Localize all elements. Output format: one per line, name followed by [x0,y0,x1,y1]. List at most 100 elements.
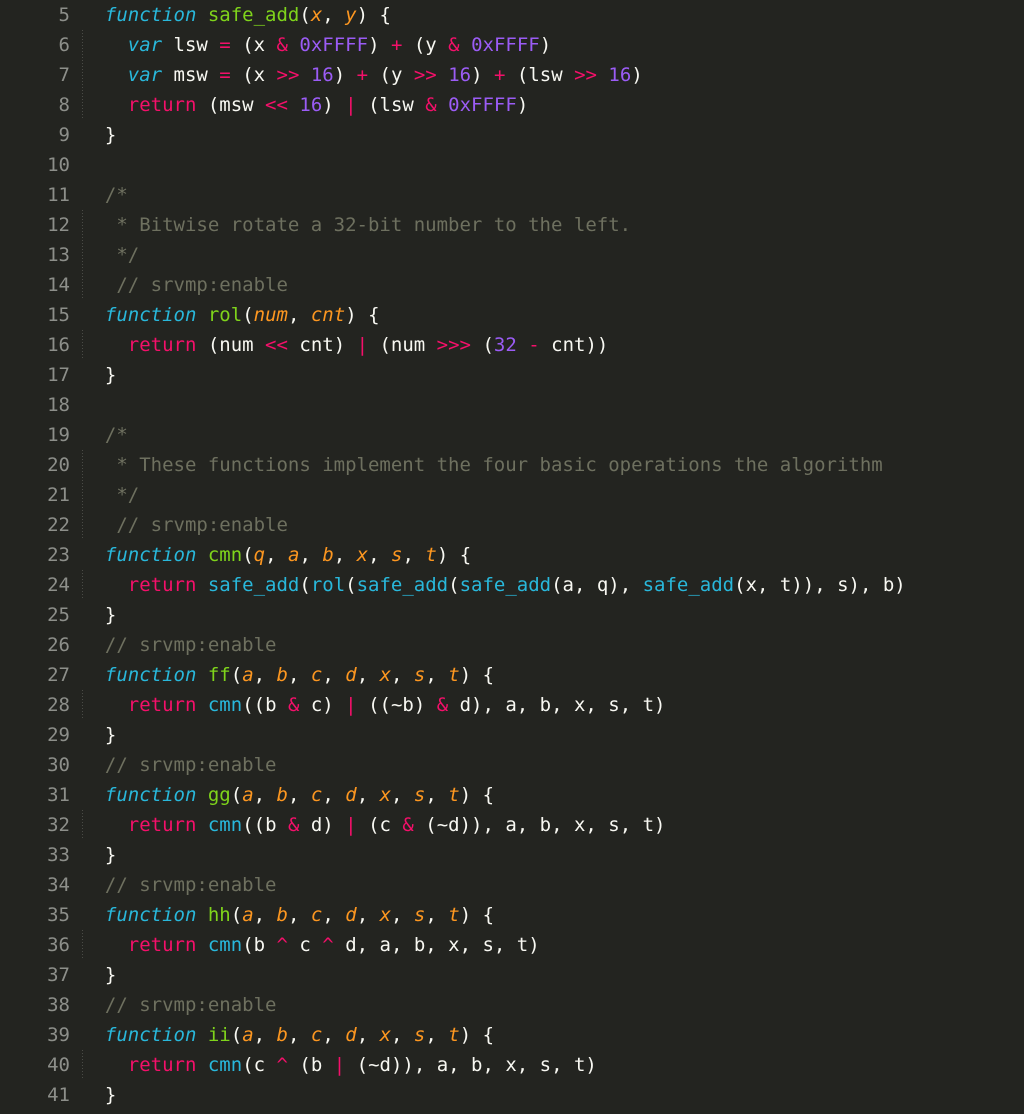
code-line[interactable]: 8 return (msw << 16) | (lsw & 0xFFFF) [0,90,1024,120]
code-line-content[interactable]: } [70,1080,1024,1110]
code-token-plain: , [288,904,311,926]
code-token-plain: (x [230,34,277,56]
code-line[interactable]: 30 // srvmp:enable [0,750,1024,780]
code-line-content[interactable] [70,150,1024,180]
code-line-content[interactable]: * These functions implement the four bas… [70,450,1024,480]
code-line[interactable]: 36 return cmn(b ^ c ^ d, a, b, x, s, t) [0,930,1024,960]
code-line[interactable]: 21 */ [0,480,1024,510]
code-line[interactable]: 10 [0,150,1024,180]
code-line-content[interactable]: // srvmp:enable [70,870,1024,900]
code-line[interactable]: 6 var lsw = (x & 0xFFFF) + (y & 0xFFFF) [0,30,1024,60]
code-line-content[interactable]: return (num << cnt) | (num >>> (32 - cnt… [70,330,1024,360]
line-number: 9 [58,124,70,146]
code-line-content[interactable]: } [70,720,1024,750]
code-token-plain: } [82,844,117,866]
code-token-plain: ( [230,664,243,686]
code-line[interactable]: 23 function cmn(q, a, b, x, s, t) { [0,540,1024,570]
code-line-content[interactable]: /* [70,420,1024,450]
code-line-content[interactable]: function hh(a, b, c, d, x, s, t) { [70,900,1024,930]
code-line-content[interactable]: function ii(a, b, c, d, x, s, t) { [70,1020,1024,1050]
code-line-content[interactable]: // srvmp:enable [70,750,1024,780]
code-line-content[interactable]: function rol(num, cnt) { [70,300,1024,330]
line-number: 32 [47,814,70,836]
code-line-content[interactable]: // srvmp:enable [70,630,1024,660]
code-line[interactable]: 29 } [0,720,1024,750]
code-line-content[interactable]: return cmn((b & c) | ((~b) & d), a, b, x… [70,690,1024,720]
code-line-content[interactable]: return cmn((b & d) | (c & (~d)), a, b, x… [70,810,1024,840]
code-line[interactable]: 35 function hh(a, b, c, d, x, s, t) { [0,900,1024,930]
code-line[interactable]: 17 } [0,360,1024,390]
code-line[interactable]: 33 } [0,840,1024,870]
code-line[interactable]: 9 } [0,120,1024,150]
code-line[interactable]: 25 } [0,600,1024,630]
line-number: 34 [47,874,70,896]
code-token-comment: /* [82,424,128,446]
code-line-content[interactable]: } [70,120,1024,150]
code-token-plain: (c [356,814,403,836]
code-line-content[interactable]: return safe_add(rol(safe_add(safe_add(a,… [70,570,1024,600]
code-line-content[interactable]: */ [70,240,1024,270]
code-line-content[interactable]: } [70,960,1024,990]
code-line[interactable]: 26 // srvmp:enable [0,630,1024,660]
code-line-content[interactable]: function cmn(q, a, b, x, s, t) { [70,540,1024,570]
code-line-content[interactable]: } [70,600,1024,630]
code-token-fn-call: rol [310,574,346,596]
code-line-content[interactable]: // srvmp:enable [70,510,1024,540]
code-line[interactable]: 5 function safe_add(x, y) { [0,0,1024,30]
code-line-content[interactable]: * Bitwise rotate a 32-bit number to the … [70,210,1024,240]
code-line[interactable]: 37 } [0,960,1024,990]
code-line-content[interactable] [70,390,1024,420]
code-token-kw: function [104,544,197,566]
code-line[interactable]: 12 * Bitwise rotate a 32-bit number to t… [0,210,1024,240]
code-token-plain: , [356,784,380,806]
code-line[interactable]: 41 } [0,1080,1024,1110]
code-line[interactable]: 14 // srvmp:enable [0,270,1024,300]
code-line[interactable]: 28 return cmn((b & c) | ((~b) & d), a, b… [0,690,1024,720]
code-line-content[interactable]: */ [70,480,1024,510]
code-line[interactable]: 40 return cmn(c ^ (b | (~d)), a, b, x, s… [0,1050,1024,1080]
code-line-content[interactable]: var lsw = (x & 0xFFFF) + (y & 0xFFFF) [70,30,1024,60]
code-line[interactable]: 27 function ff(a, b, c, d, x, s, t) { [0,660,1024,690]
code-line[interactable]: 18 [0,390,1024,420]
code-line[interactable]: 11 /* [0,180,1024,210]
code-line[interactable]: 15 function rol(num, cnt) { [0,300,1024,330]
code-line-content[interactable]: var msw = (x >> 16) + (y >> 16) + (lsw >… [70,60,1024,90]
code-line-content[interactable]: /* [70,180,1024,210]
code-line[interactable]: 24 return safe_add(rol(safe_add(safe_add… [0,570,1024,600]
code-line[interactable]: 7 var msw = (x >> 16) + (y >> 16) + (lsw… [0,60,1024,90]
code-token-plain: , [322,4,346,26]
code-line-content[interactable]: return (msw << 16) | (lsw & 0xFFFF) [70,90,1024,120]
code-lines-container[interactable]: 5 function safe_add(x, y) {6 var lsw = (… [0,0,1024,1110]
code-line[interactable]: 20 * These functions implement the four … [0,450,1024,480]
code-line-content[interactable]: return cmn(b ^ c ^ d, a, b, x, s, t) [70,930,1024,960]
code-line-content[interactable]: } [70,840,1024,870]
code-line-content[interactable]: function safe_add(x, y) { [70,0,1024,30]
code-line[interactable]: 32 return cmn((b & d) | (c & (~d)), a, b… [0,810,1024,840]
code-line-content[interactable]: function ff(a, b, c, d, x, s, t) { [70,660,1024,690]
code-line-content[interactable]: // srvmp:enable [70,270,1024,300]
code-line[interactable]: 38 // srvmp:enable [0,990,1024,1020]
code-line[interactable]: 13 */ [0,240,1024,270]
code-line[interactable]: 39 function ii(a, b, c, d, x, s, t) { [0,1020,1024,1050]
code-editor[interactable]: 5 function safe_add(x, y) {6 var lsw = (… [0,0,1024,1114]
code-line-content[interactable]: // srvmp:enable [70,990,1024,1020]
code-line[interactable]: 34 // srvmp:enable [0,870,1024,900]
code-token-param: a [242,1024,254,1046]
code-line-content[interactable]: function gg(a, b, c, d, x, s, t) { [70,780,1024,810]
code-line[interactable]: 22 // srvmp:enable [0,510,1024,540]
code-line[interactable]: 16 return (num << cnt) | (num >>> (32 - … [0,330,1024,360]
code-line-content[interactable]: return cmn(c ^ (b | (~d)), a, b, x, s, t… [70,1050,1024,1080]
code-token-plain: ( [448,574,460,596]
code-token-fn-call: safe_add [207,574,300,596]
code-token-ret: return [127,94,197,116]
code-line-content[interactable]: } [70,360,1024,390]
code-line[interactable]: 19 /* [0,420,1024,450]
code-token-plain: ((b [242,694,288,716]
code-line[interactable]: 31 function gg(a, b, c, d, x, s, t) { [0,780,1024,810]
